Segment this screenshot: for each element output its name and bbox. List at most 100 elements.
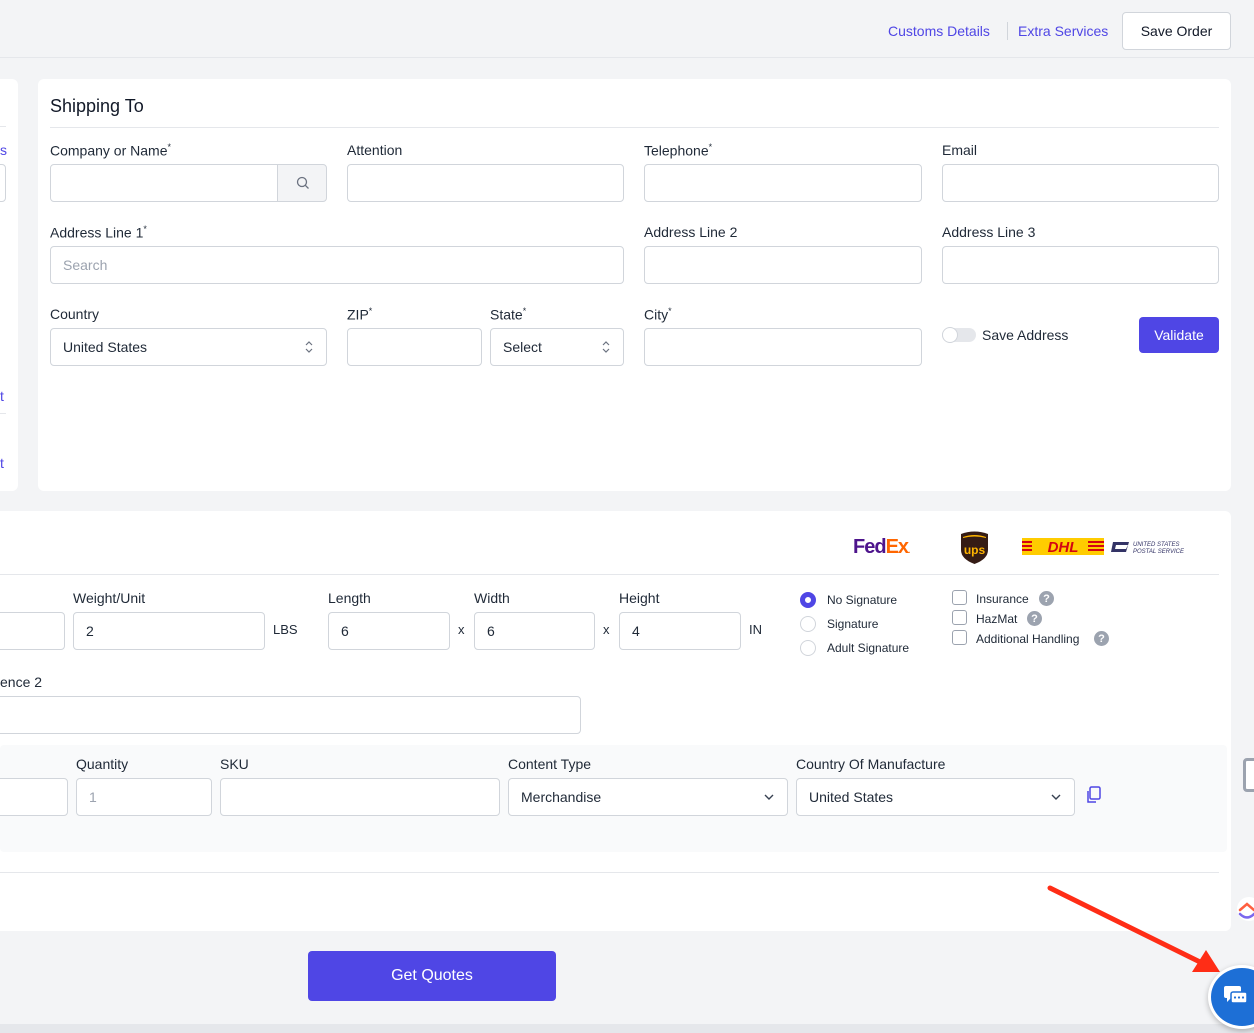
get-quotes-button[interactable]: Get Quotes (308, 951, 556, 1001)
height-value: 4 (632, 623, 640, 639)
address3-input[interactable] (942, 246, 1219, 284)
content-type-label: Content Type (508, 756, 592, 772)
toggle-knob (942, 327, 958, 343)
address1-input[interactable]: Search (50, 246, 624, 284)
customs-details-link[interactable]: Customs Details (888, 23, 990, 39)
save-order-button[interactable]: Save Order (1122, 12, 1231, 50)
attention-label: Attention (347, 142, 403, 158)
zip-input[interactable] (347, 328, 482, 366)
country-manufacture-label: Country Of Manufacture (796, 756, 946, 772)
validate-button[interactable]: Validate (1139, 317, 1219, 353)
left-link-fragment[interactable]: s (0, 142, 7, 158)
company-search-button[interactable] (277, 164, 327, 202)
height-input[interactable]: 4 (619, 612, 741, 650)
card-edge-divider-2 (0, 413, 6, 414)
copy-icon[interactable] (1085, 786, 1101, 804)
fedex-logo: FedEx. (853, 536, 911, 558)
width-value: 6 (487, 623, 495, 639)
help-icon[interactable]: ? (1039, 591, 1054, 606)
side-widget-tab[interactable] (1243, 758, 1254, 792)
chevron-down-icon (764, 794, 774, 800)
weight-input[interactable]: 2 (73, 612, 265, 650)
quantity-placeholder: 1 (89, 789, 97, 805)
address1-placeholder: Search (63, 257, 108, 273)
state-value: Select (503, 339, 542, 355)
adult-signature-radio[interactable] (800, 640, 816, 656)
country-manufacture-value: United States (809, 789, 894, 805)
package-input-fragment[interactable] (0, 612, 65, 650)
toolbar-divider (1007, 22, 1008, 40)
updown-chevron-icon (305, 341, 313, 353)
extra-services-link[interactable]: Extra Services (1018, 23, 1108, 39)
insurance-checkbox[interactable] (952, 590, 967, 605)
no-signature-radio[interactable] (800, 592, 816, 608)
state-select[interactable]: Select (490, 328, 624, 366)
help-icon[interactable]: ? (1094, 631, 1109, 646)
help-icon[interactable]: ? (1027, 611, 1042, 626)
adult-signature-label: Adult Signature (827, 641, 910, 655)
bottom-strip (0, 1024, 1254, 1033)
zip-label: ZIP* (347, 306, 373, 323)
company-label: Company or Name* (50, 142, 172, 159)
dhl-logo: DHL (1022, 538, 1104, 555)
sku-label: SKU (220, 756, 249, 772)
item-divider (0, 872, 1219, 873)
additional-handling-label: Additional Handling (976, 632, 1080, 646)
additional-handling-checkbox[interactable] (952, 630, 967, 645)
length-value: 6 (341, 623, 349, 639)
company-input[interactable] (50, 164, 278, 202)
sku-input[interactable] (220, 778, 500, 816)
save-address-label: Save Address (982, 327, 1069, 343)
carrier-divider (0, 574, 1219, 575)
item-input-fragment[interactable] (0, 778, 68, 816)
country-manufacture-select[interactable]: United States (796, 778, 1075, 816)
city-input[interactable] (644, 328, 922, 366)
ups-logo: ups (961, 531, 988, 564)
shipping-to-card (38, 79, 1231, 491)
length-input[interactable]: 6 (328, 612, 450, 650)
state-label: State* (490, 306, 527, 323)
attention-input[interactable] (347, 164, 624, 202)
length-label: Length (328, 590, 371, 606)
svg-text:DHL: DHL (1048, 539, 1079, 555)
reference2-input[interactable] (0, 696, 581, 734)
left-input-fragment[interactable] (0, 164, 6, 202)
address2-input[interactable] (644, 246, 922, 284)
section-divider (50, 127, 1219, 128)
reference2-label: ence 2 (0, 674, 43, 690)
chat-icon (1224, 986, 1248, 1004)
country-select[interactable]: United States (50, 328, 327, 366)
content-type-select[interactable]: Merchandise (508, 778, 788, 816)
weight-unit: LBS (273, 622, 298, 637)
dimension-unit: IN (749, 622, 762, 637)
address1-label: Address Line 1* (50, 224, 147, 241)
svg-text:ups: ups (964, 543, 986, 557)
left-link-fragment-3[interactable]: t (0, 455, 4, 471)
country-label: Country (50, 306, 100, 322)
left-link-fragment-2[interactable]: t (0, 388, 4, 404)
address3-label: Address Line 3 (942, 224, 1036, 240)
usps-logo: UNITED STATES POSTAL SERVICE (1111, 542, 1185, 555)
signature-label: Signature (827, 617, 879, 631)
card-edge-divider (0, 126, 6, 127)
weight-label: Weight/Unit (73, 590, 146, 606)
svg-text:POSTAL SERVICE: POSTAL SERVICE (1133, 549, 1185, 555)
hazmat-checkbox[interactable] (952, 610, 967, 625)
city-label: City* (644, 306, 672, 323)
height-label: Height (619, 590, 660, 606)
email-label: Email (942, 142, 978, 158)
email-input[interactable] (942, 164, 1219, 202)
shipping-to-title: Shipping To (50, 96, 144, 116)
red-arrow-annotation (1047, 885, 1220, 972)
country-value: United States (63, 339, 148, 355)
quantity-input[interactable]: 1 (76, 778, 212, 816)
width-input[interactable]: 6 (474, 612, 595, 650)
width-label: Width (474, 590, 510, 606)
signature-radio[interactable] (800, 616, 816, 632)
telephone-input[interactable] (644, 164, 922, 202)
telephone-label: Telephone* (644, 142, 713, 159)
save-address-toggle[interactable] (942, 327, 976, 343)
times-sign: x (603, 622, 610, 637)
ship-from-card-edge (0, 79, 18, 491)
times-sign: x (458, 622, 465, 637)
